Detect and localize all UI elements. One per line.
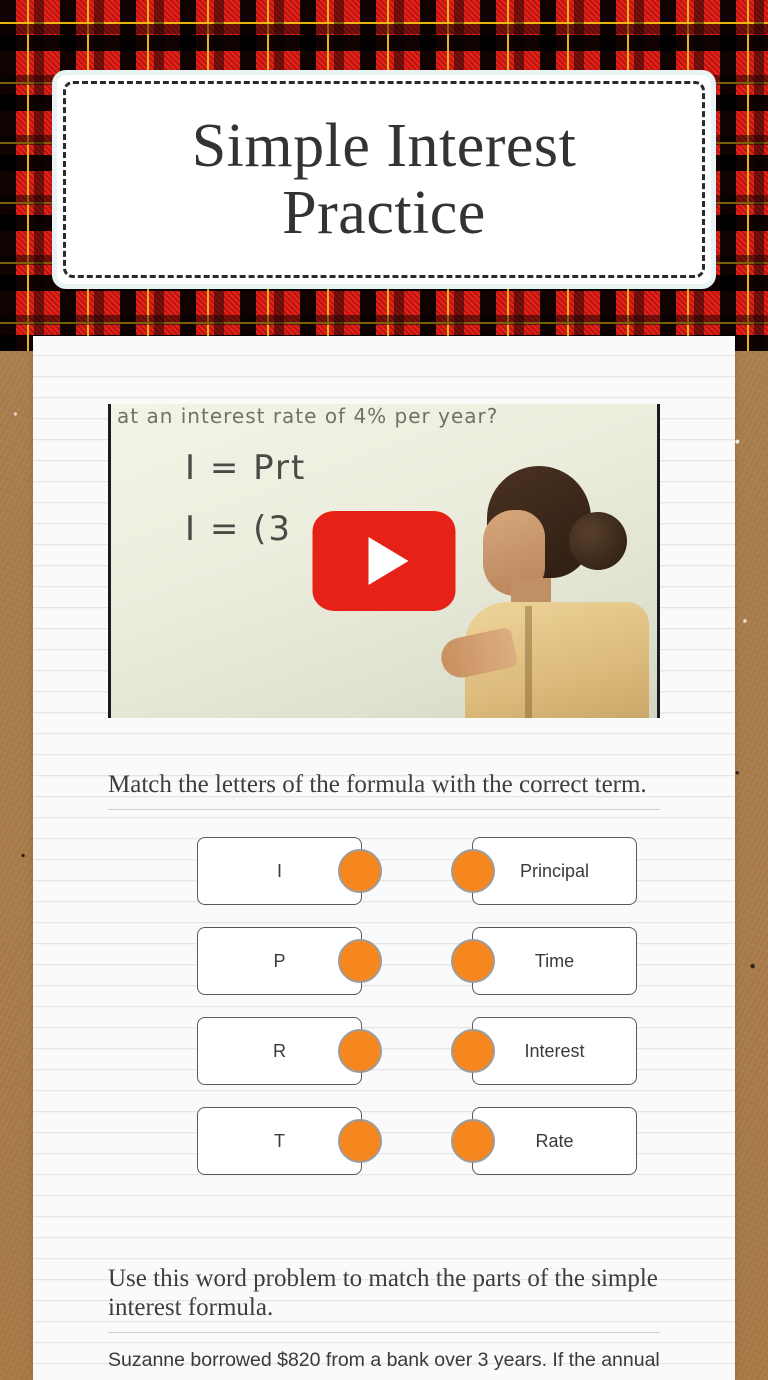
match-left-connector-dot[interactable] bbox=[338, 1029, 382, 1073]
page-title: Simple Interest Practice bbox=[191, 111, 577, 247]
match-right-box[interactable]: Interest bbox=[472, 1017, 637, 1085]
match-left-label: R bbox=[273, 1040, 286, 1061]
match-left-label: T bbox=[274, 1130, 285, 1151]
match-right-connector-dot[interactable] bbox=[451, 939, 495, 983]
worksheet-paper: at an interest rate of 4% per year? I = … bbox=[33, 336, 735, 1380]
teacher-shirt-placket bbox=[525, 606, 532, 718]
whiteboard-formula-line-2: I = (3 bbox=[185, 509, 293, 549]
match-row: R Interest bbox=[108, 1006, 660, 1096]
prompt-divider bbox=[108, 809, 660, 810]
match-right-label: Rate bbox=[535, 1130, 574, 1151]
match-right-label: Time bbox=[534, 950, 575, 971]
whiteboard-question-text: at an interest rate of 4% per year? bbox=[117, 404, 499, 428]
match-right-connector-dot[interactable] bbox=[451, 1119, 495, 1163]
match-right-connector-dot[interactable] bbox=[451, 849, 495, 893]
match-right-box[interactable]: Rate bbox=[472, 1107, 637, 1175]
title-card: Simple Interest Practice bbox=[52, 70, 716, 289]
match-right-label: Interest bbox=[524, 1040, 585, 1061]
match-right-box[interactable]: Principal bbox=[472, 837, 637, 905]
question-prompt: Use this word problem to match the parts… bbox=[108, 1265, 658, 1321]
match-left-connector-dot[interactable] bbox=[338, 1119, 382, 1163]
match-left-connector-dot[interactable] bbox=[338, 939, 382, 983]
match-row: I Principal bbox=[108, 826, 660, 916]
video-embed[interactable]: at an interest rate of 4% per year? I = … bbox=[108, 404, 660, 718]
prompt-divider bbox=[108, 1332, 660, 1333]
question-block-matching: Match the letters of the formula with th… bbox=[108, 770, 660, 1186]
teacher-figure bbox=[437, 466, 655, 718]
word-problem-text: Suzanne borrowed $820 from a bank over 3… bbox=[108, 1349, 660, 1380]
match-right-label: Principal bbox=[519, 860, 590, 881]
play-triangle-icon bbox=[368, 537, 408, 585]
match-left-label: P bbox=[273, 950, 286, 971]
title-card-dashed-frame: Simple Interest Practice bbox=[63, 81, 705, 278]
video-thumbnail[interactable]: at an interest rate of 4% per year? I = … bbox=[111, 404, 657, 718]
match-left-label: I bbox=[276, 860, 282, 881]
whiteboard-formula-line-1: I = Prt bbox=[185, 448, 307, 488]
teacher-hair-bun bbox=[569, 512, 627, 570]
question-block-word-problem: Use this word problem to match the parts… bbox=[108, 1264, 660, 1380]
match-left-connector-dot[interactable] bbox=[338, 849, 382, 893]
match-right-box[interactable]: Time bbox=[472, 927, 637, 995]
match-row: P Time bbox=[108, 916, 660, 1006]
youtube-play-button[interactable] bbox=[312, 511, 456, 611]
question-prompt: Match the letters of the formula with th… bbox=[108, 771, 647, 798]
match-right-connector-dot[interactable] bbox=[451, 1029, 495, 1073]
matching-pairs-list: I Principal P Time R Interest T Rate bbox=[108, 826, 660, 1186]
match-row: T Rate bbox=[108, 1096, 660, 1186]
